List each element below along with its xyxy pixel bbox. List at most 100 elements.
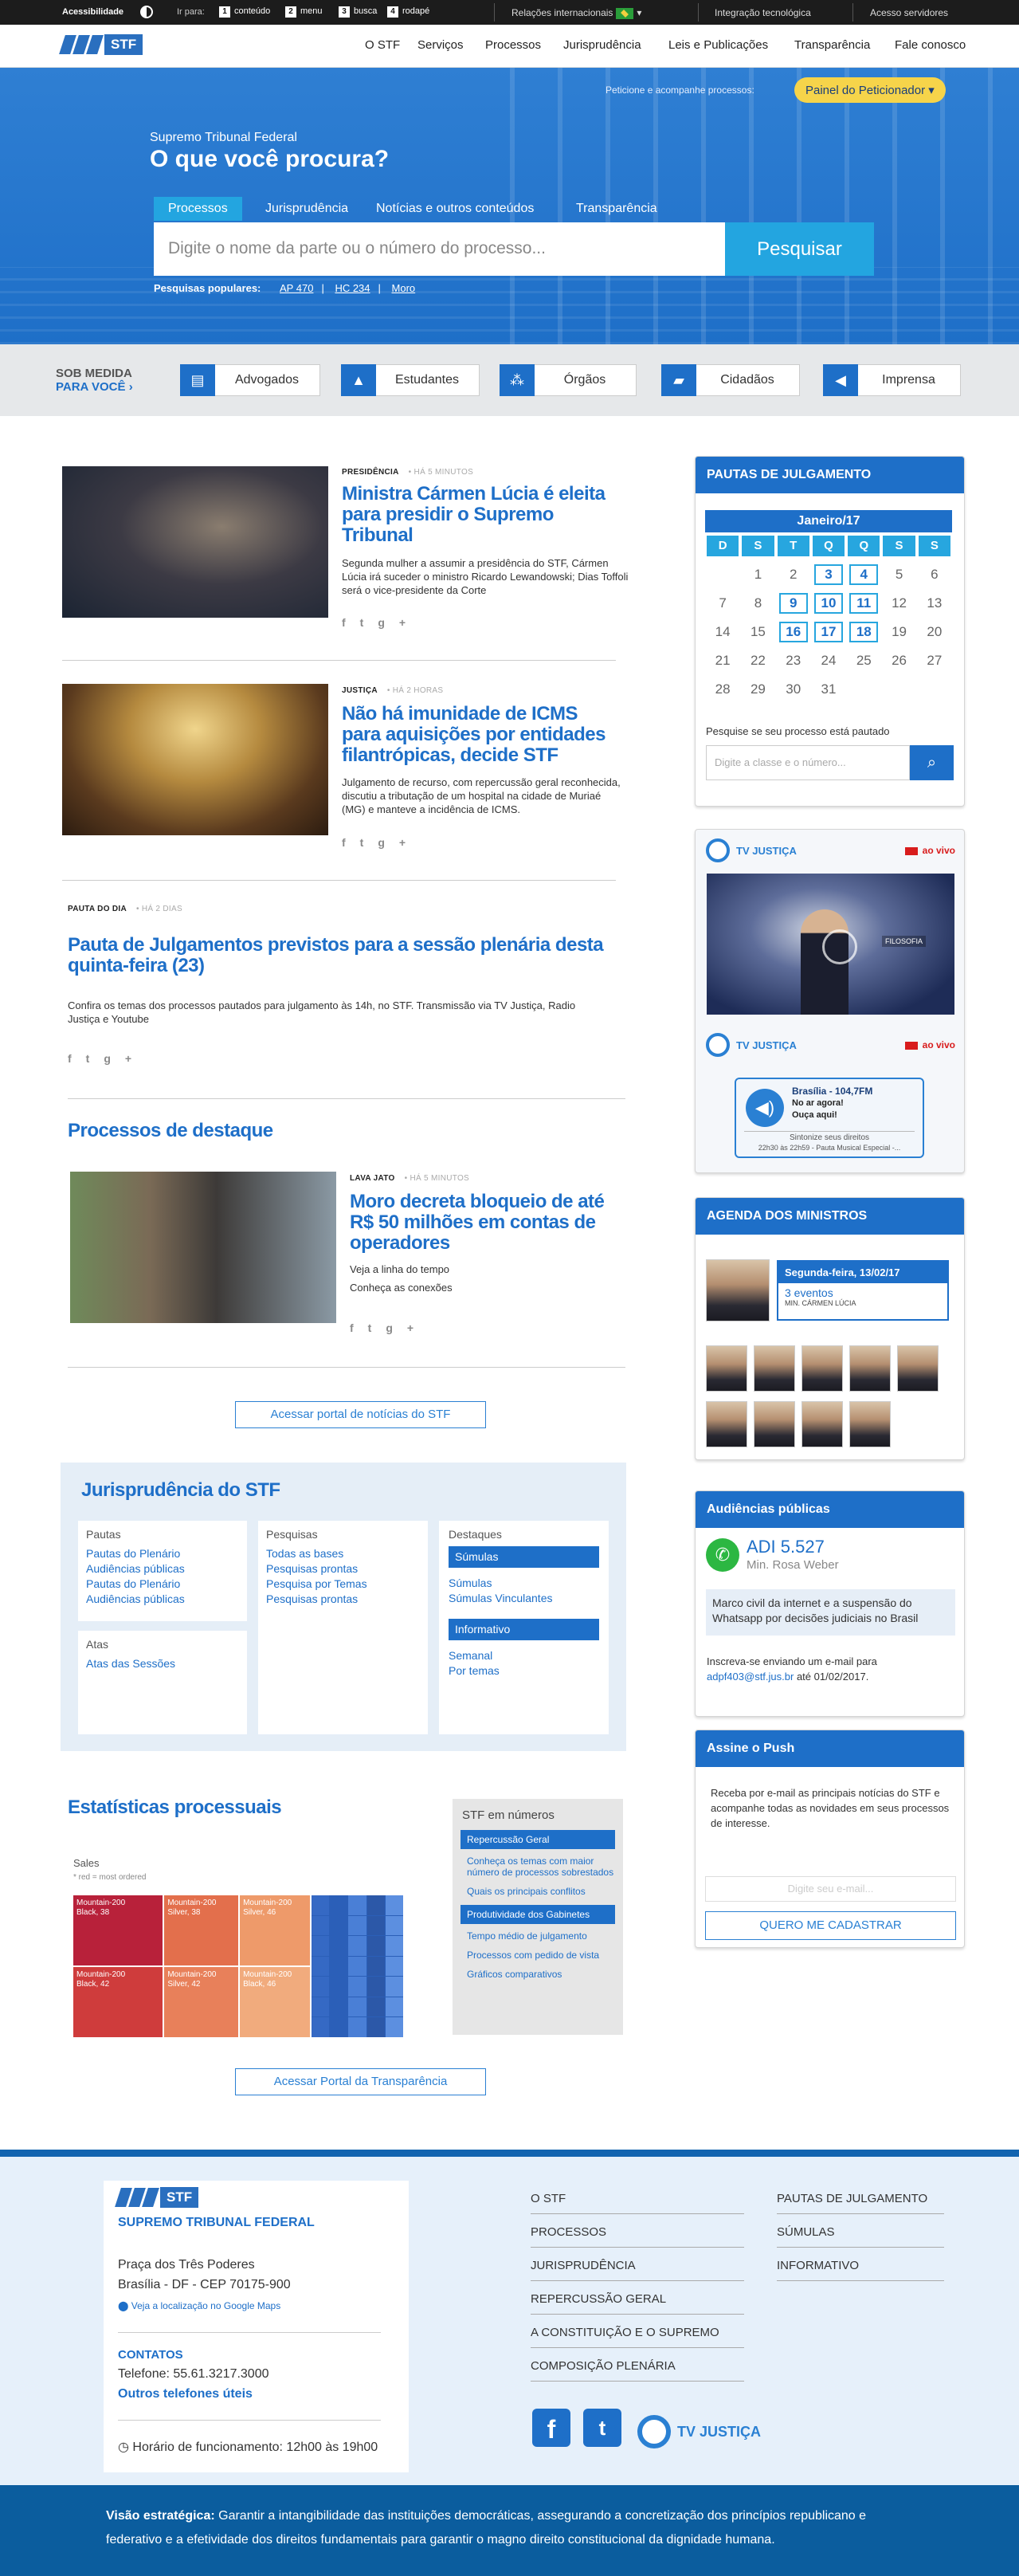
audience-cidadaos-button[interactable]: ▰ Cidadãos [661,364,800,396]
petitioner-panel-button[interactable]: Painel do Peticionador ▾ [794,77,946,103]
popular-search-link[interactable]: HC 234 [335,282,370,294]
treemap-small-cell[interactable] [312,1936,330,1956]
minister-photo[interactable] [706,1345,747,1392]
link[interactable]: Tempo médio de julgamento [467,1930,615,1942]
calendar-month[interactable]: Janeiro/17 [705,510,952,532]
treemap-small-cell[interactable] [366,1936,385,1956]
nav-o-stf[interactable]: O STF [365,38,400,52]
tv-live-player[interactable]: FILOSOFIA [707,874,954,1015]
play-icon[interactable] [822,929,857,964]
agenda-events[interactable]: 3 eventos [778,1283,947,1299]
treemap-small-cell[interactable] [366,1997,385,2017]
share-icons[interactable]: ftg+ [342,616,420,629]
tab-jurisprudencia[interactable]: Jurisprudência [265,197,348,221]
audience-advogados-button[interactable]: ▤ Advogados [180,364,320,396]
treemap-small-cell[interactable] [348,1997,366,2017]
treemap-small-cell[interactable] [312,1997,330,2017]
calendar-day-with-session[interactable]: 11 [849,593,879,614]
timeline-link[interactable]: Veja a linha do tempo [350,1262,449,1276]
treemap-small-cell[interactable] [312,2017,330,2037]
skip-search-link[interactable]: 3 busca [339,6,377,18]
treemap-small-cell[interactable] [330,1895,348,1915]
news-title[interactable]: Ministra Cármen Lúcia é eleita para pres… [342,484,625,546]
twitter-icon[interactable]: t [583,2409,621,2447]
tech-integration-link[interactable]: Integração tecnológica [715,7,811,18]
contrast-icon[interactable] [140,6,153,18]
treemap-small-cell[interactable] [366,1915,385,1936]
treemap-small-cell[interactable] [330,2017,348,2037]
agenda-event-card[interactable]: Segunda-feira, 13/02/17 3 eventos MIN. C… [777,1260,949,1321]
link[interactable]: Súmulas Vinculantes [449,1591,599,1606]
share-icons[interactable]: ftg+ [342,836,420,849]
share-icons[interactable]: ftg+ [350,1321,428,1334]
treemap-small-cell[interactable] [348,1915,366,1936]
treemap-small-cell[interactable] [348,1977,366,1997]
treemap-small-cell[interactable] [385,1977,403,1997]
informativo-heading[interactable]: Informativo [449,1619,599,1640]
tv-justica-footer-link[interactable]: TV JUSTIÇA [637,2415,761,2448]
minister-photo[interactable] [754,1345,795,1392]
facebook-icon[interactable]: f [532,2409,570,2447]
treemap-small-cell[interactable] [366,1956,385,1977]
treemap-cell[interactable]: Mountain-200 Silver, 46 [240,1895,310,1965]
minister-photo[interactable] [754,1401,795,1447]
skip-footer-link[interactable]: 4 rodapé [387,6,429,18]
treemap-small-cell[interactable] [330,1956,348,1977]
hearing-email-link[interactable]: adpf403@stf.jus.br [707,1671,794,1683]
footer-link[interactable]: A CONSTITUIÇÃO E O SUPREMO [531,2326,744,2348]
tab-transparencia[interactable]: Transparência [576,197,657,221]
link[interactable]: Pesquisas prontas [266,1561,420,1577]
news-image[interactable] [62,684,328,835]
news-title[interactable]: Pauta de Julgamentos previstos para a se… [68,935,609,976]
footer-link[interactable]: PROCESSOS [531,2225,744,2248]
minister-photo[interactable] [801,1401,843,1447]
live-badge[interactable]: ao vivo [904,1039,955,1050]
live-badge[interactable]: ao vivo [904,845,955,856]
treemap-small-cell[interactable] [348,1936,366,1956]
share-icons[interactable]: ftg+ [68,1052,146,1065]
link[interactable]: Processos com pedido de vista [467,1950,615,1961]
link[interactable]: Todas as bases [266,1546,420,1561]
maps-link[interactable]: ⬤ Veja a localização no Google Maps [118,2300,280,2311]
transparency-portal-button[interactable]: Acessar Portal da Transparência [235,2068,486,2095]
treemap-cell[interactable]: Mountain-200 Silver, 42 [164,1967,239,2037]
treemap-cell[interactable]: Mountain-200 Black, 46 [240,1967,310,2037]
link[interactable]: Audiências públicas [86,1561,239,1577]
treemap-small-cell[interactable] [312,1956,330,1977]
footer-link[interactable]: O STF [531,2192,744,2214]
search-icon[interactable]: ⌕ [910,745,954,780]
news-image[interactable] [62,466,328,618]
footer-link[interactable]: REPERCUSSÃO GERAL [531,2292,744,2315]
minister-photo[interactable] [849,1401,891,1447]
link[interactable]: Conheça os temas com maior número de pro… [467,1855,615,1878]
link[interactable]: Semanal [449,1648,599,1663]
popular-search-link[interactable]: Moro [392,282,416,294]
treemap-small-cell[interactable] [385,1936,403,1956]
calendar-day-with-session[interactable]: 16 [778,622,808,642]
link[interactable]: Gráficos comparativos [467,1969,615,1980]
treemap-cell[interactable]: Mountain-200 Black, 42 [73,1967,163,2037]
treemap-small-cell[interactable] [348,1895,366,1915]
link[interactable]: Atas das Sessões [86,1656,239,1671]
news-image[interactable] [70,1172,336,1323]
minister-photo[interactable] [801,1345,843,1392]
international-relations-menu[interactable]: Relações internacionais ▾ [511,7,641,19]
stf-logo[interactable]: STF [59,34,143,55]
server-access-link[interactable]: Acesso servidores [870,7,948,18]
repercussao-geral-heading[interactable]: Repercussão Geral [461,1830,615,1849]
popular-search-link[interactable]: AP 470 [280,282,313,294]
treemap-small-cell[interactable] [312,1895,330,1915]
treemap-small-cell[interactable] [385,1997,403,2017]
skip-menu-link[interactable]: 2 menu [285,6,323,18]
treemap-small-cell[interactable] [385,1915,403,1936]
footer-link[interactable]: SÚMULAS [777,2225,944,2248]
nav-fale-conosco[interactable]: Fale conosco [895,38,966,52]
tab-noticias[interactable]: Notícias e outros conteúdos [376,197,534,221]
treemap-small-cell[interactable] [312,1977,330,1997]
news-title[interactable]: Não há imunidade de ICMS para aquisições… [342,704,621,766]
treemap-cell[interactable]: Mountain-200 Silver, 38 [164,1895,239,1965]
audience-orgaos-button[interactable]: ⁂ Órgãos [500,364,637,396]
produtividade-heading[interactable]: Produtividade dos Gabinetes [461,1905,615,1924]
calendar-search-input[interactable]: Digite a classe e o número... [706,745,910,780]
calendar-day-with-session[interactable]: 4 [849,564,879,585]
